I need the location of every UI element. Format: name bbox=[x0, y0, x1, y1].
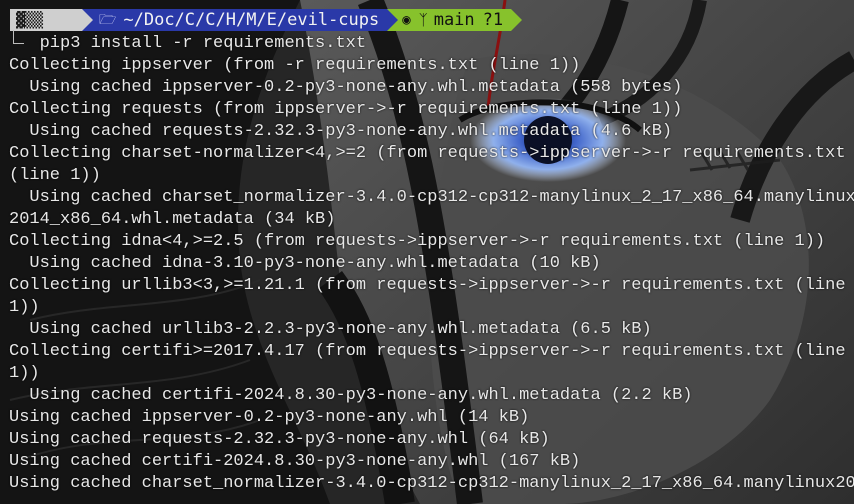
output-line: Using cached ippserver-0.2-py3-none-any.… bbox=[9, 78, 683, 97]
output-line: Using cached requests-2.32.3-py3-none-an… bbox=[9, 430, 550, 449]
branch-icon: ᛉ bbox=[418, 11, 428, 29]
output-line: Collecting urllib3<3,>=1.21.1 (from requ… bbox=[9, 276, 846, 295]
output-line: Collecting charset-normalizer<4,>=2 (fro… bbox=[9, 144, 846, 163]
command-line: pip3 install -r requirements.txt bbox=[9, 33, 854, 55]
output-line: 1)) bbox=[9, 298, 40, 317]
command-text: pip3 install -r requirements.txt bbox=[39, 34, 367, 53]
branch-name: main bbox=[433, 10, 475, 30]
output-line: 1)) bbox=[9, 364, 40, 383]
output-line: Using cached requests-2.32.3-py3-none-an… bbox=[9, 122, 673, 141]
output-line: Using cached urllib3-2.2.3-py3-none-any.… bbox=[9, 320, 652, 339]
output-line: Using cached ippserver-0.2-py3-none-any.… bbox=[9, 408, 530, 427]
github-icon: ◉ bbox=[402, 12, 411, 28]
directory-segment: 🗁 ~/Doc/C/C/H/M/E/evil-cups bbox=[93, 9, 388, 31]
output-line: Collecting certifi>=2017.4.17 (from requ… bbox=[9, 342, 846, 361]
segment-separator-icon bbox=[82, 9, 93, 31]
shell-prompt: ▓▒▒ 🗁 ~/Doc/C/C/H/M/E/evil-cups ◉ ᛉ main… bbox=[10, 9, 523, 31]
output-line: Using cached certifi-2024.8.30-py3-none-… bbox=[9, 386, 693, 405]
output-line: Collecting requests (from ippserver->-r … bbox=[9, 100, 683, 119]
output-line: 2014_x86_64.whl.metadata (34 kB) bbox=[9, 210, 336, 229]
folder-icon: 🗁 bbox=[99, 12, 117, 28]
output-line: Using cached charset_normalizer-3.4.0-cp… bbox=[9, 188, 854, 207]
segment-end-icon bbox=[511, 9, 523, 31]
output-line: Using cached charset_normalizer-3.4.0-cp… bbox=[9, 474, 854, 493]
output-line: Collecting idna<4,>=2.5 (from requests->… bbox=[9, 232, 826, 251]
output-line: Collecting ippserver (from -r requiremen… bbox=[9, 56, 581, 75]
output-line: Using cached certifi-2024.8.30-py3-none-… bbox=[9, 452, 581, 471]
current-path: ~/Doc/C/C/H/M/E/evil-cups bbox=[123, 10, 380, 30]
git-segment: ◉ ᛉ main ?1 bbox=[398, 9, 512, 31]
segment-separator-icon bbox=[387, 9, 399, 31]
terminal-output[interactable]: pip3 install -r requirements.txt Collecti… bbox=[9, 33, 854, 495]
terminal-window[interactable]: ▓▒▒ 🗁 ~/Doc/C/C/H/M/E/evil-cups ◉ ᛉ main… bbox=[0, 0, 854, 504]
os-segment: ▓▒▒ bbox=[10, 9, 82, 31]
git-status: ?1 bbox=[482, 10, 504, 30]
output-line: (line 1)) bbox=[9, 166, 101, 185]
os-icon: ▓▒▒ bbox=[16, 11, 53, 29]
output-line: Using cached idna-3.10-py3-none-any.whl.… bbox=[9, 254, 601, 273]
